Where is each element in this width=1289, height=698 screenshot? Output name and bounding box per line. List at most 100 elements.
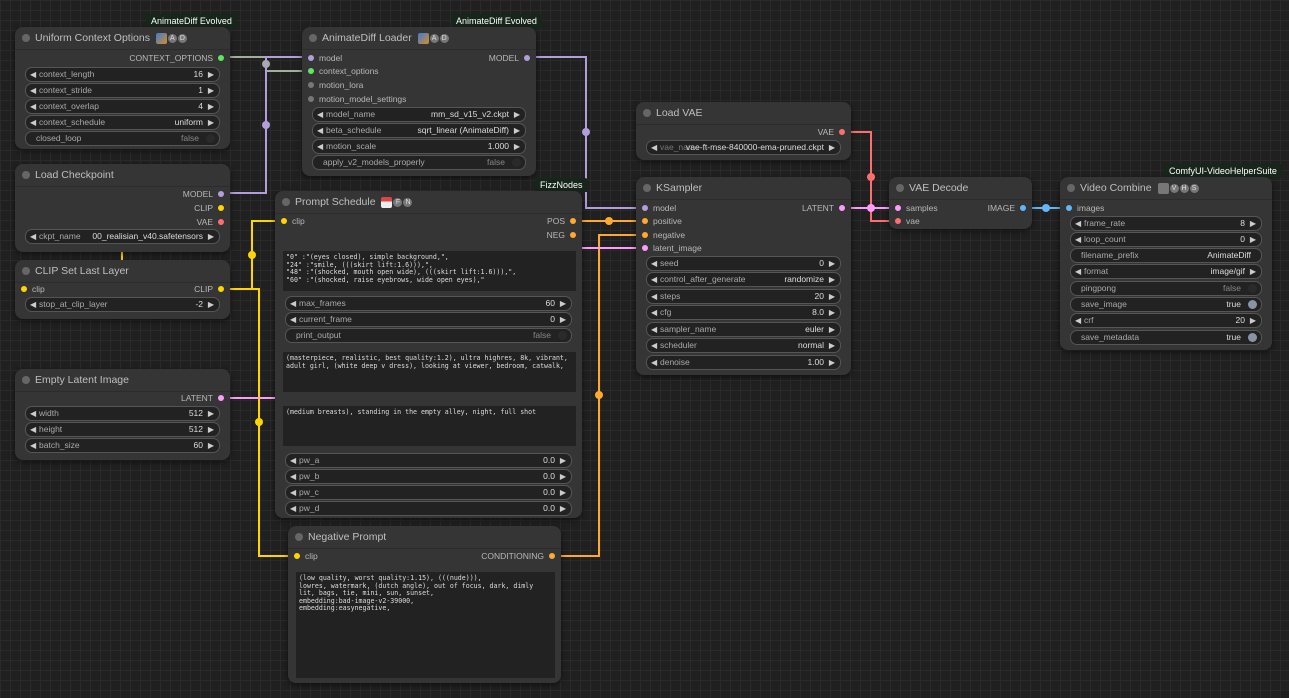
increment-arrow-icon[interactable]: ▶ (208, 68, 214, 81)
widget-pw-b[interactable]: ◀ pw_b 0.0 ▶ (285, 469, 572, 484)
toggle-save-metadata[interactable]: save_metadata true (1070, 330, 1262, 345)
node-title[interactable]: VAE Decode (889, 177, 1032, 200)
decrement-arrow-icon[interactable]: ◀ (651, 356, 657, 369)
decrement-arrow-icon[interactable]: ◀ (651, 290, 657, 303)
decrement-arrow-icon[interactable]: ◀ (30, 84, 36, 97)
widget-pw-d[interactable]: ◀ pw_d 0.0 ▶ (285, 501, 572, 516)
increment-arrow-icon[interactable]: ▶ (208, 84, 214, 97)
toggle-knob[interactable] (1248, 284, 1257, 293)
widget-beta-schedule[interactable]: ◀ beta_schedule sqrt_linear (AnimateDiff) ▶ (312, 123, 526, 138)
decrement-arrow-icon[interactable]: ◀ (30, 298, 36, 311)
node-clip-set-last-layer[interactable]: CLIP Set Last Layer clip CLIP ◀ stop_at_c… (15, 260, 230, 319)
increment-arrow-icon[interactable]: ▶ (208, 298, 214, 311)
output-context-options[interactable]: CONTEXT_OPTIONS (129, 52, 224, 64)
widget-loop-count[interactable]: ◀ loop_count 0 ▶ (1070, 232, 1262, 247)
output-latent[interactable]: LATENT (802, 202, 845, 214)
decrement-arrow-icon[interactable]: ◀ (30, 68, 36, 81)
decrement-arrow-icon[interactable]: ◀ (651, 141, 657, 154)
increment-arrow-icon[interactable]: ▶ (1250, 233, 1256, 246)
increment-arrow-icon[interactable]: ▶ (560, 313, 566, 326)
widget-sampler-name[interactable]: ◀ sampler_name euler ▶ (646, 322, 841, 337)
widget-seed[interactable]: ◀ seed 0 ▶ (646, 256, 841, 271)
collapse-dot[interactable] (282, 198, 290, 206)
input-clip[interactable]: clip (281, 215, 305, 227)
toggle-knob[interactable] (206, 134, 215, 143)
increment-arrow-icon[interactable]: ▶ (560, 454, 566, 467)
output-pos[interactable]: POS (547, 215, 576, 227)
increment-arrow-icon[interactable]: ▶ (1250, 314, 1256, 327)
increment-arrow-icon[interactable]: ▶ (560, 502, 566, 515)
increment-arrow-icon[interactable]: ▶ (1250, 265, 1256, 278)
increment-arrow-icon[interactable]: ▶ (560, 470, 566, 483)
decrement-arrow-icon[interactable]: ◀ (30, 423, 36, 436)
output-vae[interactable]: VAE (818, 126, 845, 138)
node-animatediff-loader[interactable]: AnimateDiff Loader AD model context_opti… (302, 27, 536, 176)
collapse-dot[interactable] (309, 34, 317, 42)
decrement-arrow-icon[interactable]: ◀ (651, 273, 657, 286)
node-load-vae[interactable]: Load VAE VAE ◀ vae_name vae-ft-mse-840000-… (636, 102, 851, 160)
decrement-arrow-icon[interactable]: ◀ (290, 297, 296, 310)
input-images[interactable]: images (1066, 202, 1104, 214)
widget-context-length[interactable]: ◀ context_length 16 ▶ (25, 67, 220, 82)
increment-arrow-icon[interactable]: ▶ (514, 124, 520, 137)
input-samples[interactable]: samples (895, 202, 938, 214)
toggle-apply-v2-models-properly[interactable]: apply_v2_models_properly false (312, 155, 526, 170)
node-title[interactable]: AnimateDiff Loader AD (302, 27, 536, 50)
output-model[interactable]: MODEL (183, 188, 224, 200)
input-context-options[interactable]: context_options (308, 65, 379, 77)
increment-arrow-icon[interactable]: ▶ (208, 407, 214, 420)
toggle-knob[interactable] (1248, 333, 1257, 342)
input-model[interactable]: model (308, 52, 342, 64)
node-title[interactable]: Load VAE (636, 102, 851, 125)
node-title[interactable]: Prompt Schedule FN (275, 191, 582, 214)
node-title[interactable]: Uniform Context Options AD (15, 27, 230, 50)
collapse-dot[interactable] (896, 184, 904, 192)
decrement-arrow-icon[interactable]: ◀ (290, 502, 296, 515)
pre-text-input[interactable]: (masterpiece, realistic, best quality:1.… (283, 352, 576, 392)
widget-pw-c[interactable]: ◀ pw_c 0.0 ▶ (285, 485, 572, 500)
input-positive[interactable]: positive (642, 215, 682, 227)
increment-arrow-icon[interactable]: ▶ (829, 273, 835, 286)
node-negative-prompt[interactable]: Negative Prompt clip CONDITIONING (low q… (288, 526, 561, 683)
collapse-dot[interactable] (22, 171, 30, 179)
output-neg[interactable]: NEG (547, 229, 576, 241)
decrement-arrow-icon[interactable]: ◀ (290, 313, 296, 326)
widget-crf[interactable]: ◀ crf 20 ▶ (1070, 313, 1262, 328)
decrement-arrow-icon[interactable]: ◀ (651, 306, 657, 319)
increment-arrow-icon[interactable]: ▶ (560, 486, 566, 499)
node-ksampler[interactable]: KSampler model positive negative latent_… (636, 177, 851, 375)
widget-ckpt-name[interactable]: ◀ ckpt_name 00_realisian_v40.safetensors ▶ (25, 229, 220, 244)
node-load-checkpoint[interactable]: Load Checkpoint MODEL CLIP VAE ◀ ckpt_nam… (15, 164, 230, 252)
decrement-arrow-icon[interactable]: ◀ (317, 124, 323, 137)
output-clip[interactable]: CLIP (194, 283, 224, 295)
node-title[interactable]: Empty Latent Image (15, 369, 230, 392)
decrement-arrow-icon[interactable]: ◀ (30, 116, 36, 129)
output-image[interactable]: IMAGE (988, 202, 1026, 214)
widget-control-after-generate[interactable]: ◀ control_after_generate randomize ▶ (646, 272, 841, 287)
increment-arrow-icon[interactable]: ▶ (208, 439, 214, 452)
widget-denoise[interactable]: ◀ denoise 1.00 ▶ (646, 355, 841, 370)
decrement-arrow-icon[interactable]: ◀ (651, 257, 657, 270)
widget-scheduler[interactable]: ◀ scheduler normal ▶ (646, 338, 841, 353)
widget-model-name[interactable]: ◀ model_name mm_sd_v15_v2.ckpt ▶ (312, 107, 526, 122)
output-clip[interactable]: CLIP (194, 202, 224, 214)
node-prompt-schedule[interactable]: Prompt Schedule FN clip POS NEG "0" :"(e… (275, 191, 582, 518)
output-conditioning[interactable]: CONDITIONING (481, 550, 555, 562)
widget-stop-at-clip-layer[interactable]: ◀ stop_at_clip_layer -2 ▶ (25, 297, 220, 312)
increment-arrow-icon[interactable]: ▶ (829, 323, 835, 336)
node-vae-decode[interactable]: VAE Decode samples vae IMAGE (889, 177, 1032, 229)
increment-arrow-icon[interactable]: ▶ (208, 230, 214, 243)
decrement-arrow-icon[interactable]: ◀ (1075, 217, 1081, 230)
output-model[interactable]: MODEL (489, 52, 530, 64)
collapse-dot[interactable] (22, 376, 30, 384)
widget-vae-name[interactable]: ◀ vae_name vae-ft-mse-840000-ema-pruned.ck… (646, 140, 841, 155)
decrement-arrow-icon[interactable]: ◀ (651, 339, 657, 352)
node-empty-latent-image[interactable]: Empty Latent Image LATENT ◀ width 512 ▶ ◀ he… (15, 369, 230, 460)
widget-current-frame[interactable]: ◀ current_frame 0 ▶ (285, 312, 572, 327)
increment-arrow-icon[interactable]: ▶ (829, 339, 835, 352)
widget-frame-rate[interactable]: ◀ frame_rate 8 ▶ (1070, 216, 1262, 231)
output-vae[interactable]: VAE (197, 216, 224, 228)
output-latent[interactable]: LATENT (181, 392, 224, 404)
decrement-arrow-icon[interactable]: ◀ (30, 100, 36, 113)
input-motion-model-settings[interactable]: motion_model_settings (308, 93, 406, 105)
